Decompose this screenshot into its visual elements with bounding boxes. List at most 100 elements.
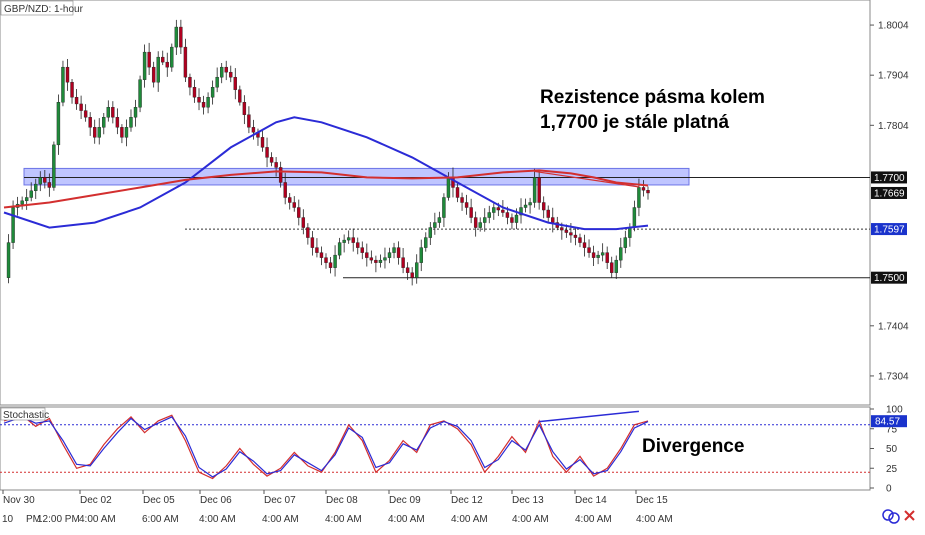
candle-body	[297, 207, 301, 218]
stoch-y-tick-label: 50	[886, 444, 898, 455]
candle-body	[396, 247, 401, 258]
candle	[11, 200, 15, 250]
x-time-label: 6:00 AM	[142, 514, 179, 525]
candle-body	[29, 190, 33, 198]
candle-body	[342, 239, 346, 243]
candle-body	[551, 217, 555, 223]
x-date-label: Dec 14	[575, 495, 607, 506]
candle-body	[587, 247, 591, 253]
candle-body	[523, 204, 528, 208]
candle-body	[619, 247, 623, 261]
candle-body	[52, 144, 56, 188]
stoch-y-tick-label: 100	[886, 405, 903, 416]
candle	[61, 60, 65, 107]
candle-body	[433, 222, 437, 228]
candle-body	[469, 207, 473, 218]
candle-body	[70, 81, 74, 98]
candle-body	[442, 197, 446, 218]
x-date-label: Dec 02	[80, 495, 112, 506]
price-tag-label: 1.7700	[874, 173, 905, 184]
candle-body	[560, 227, 564, 231]
candle-body	[514, 214, 519, 223]
x-date-label: Dec 15	[636, 495, 668, 506]
candle-body	[147, 51, 151, 68]
x-time-label: 4:00 AM	[451, 514, 488, 525]
candle-body	[179, 26, 183, 48]
candle-body	[97, 127, 101, 138]
candle-body	[401, 257, 405, 268]
candle-body	[532, 177, 537, 203]
candle-body	[215, 76, 219, 88]
candle-body	[437, 217, 442, 223]
candle-body	[319, 252, 324, 258]
candle-body	[133, 107, 138, 118]
x-date-label: Dec 09	[389, 495, 421, 506]
candle-body	[242, 102, 247, 115]
candle-body	[229, 71, 233, 78]
candle-body	[410, 272, 414, 278]
forex-chart: 1.7304 1.7404 1.7804 1.7904 1.8004 1.7700 1.76…	[0, 0, 925, 530]
candle-body	[378, 259, 383, 263]
candle-body	[224, 66, 228, 73]
y-tick-label: 1.7404	[878, 321, 909, 332]
candle-body	[328, 262, 333, 268]
x-time-label: 4:00 AM	[388, 514, 425, 525]
x-time-label: 4:00 AM	[199, 514, 236, 525]
candle-body	[365, 252, 369, 258]
candle-body	[605, 252, 609, 263]
candle-body	[292, 202, 296, 208]
x-time-label: 12:00 PM	[37, 514, 80, 525]
candle-body	[306, 227, 310, 238]
candle-body	[591, 252, 596, 258]
candle-body	[188, 76, 192, 88]
candle-body	[151, 66, 156, 83]
y-tick-label: 1.8004	[878, 21, 909, 32]
candle-body	[6, 242, 11, 278]
candle-body	[43, 177, 47, 183]
x-time-label: 4:00 AM	[79, 514, 116, 525]
candle-body	[47, 182, 52, 188]
candle-body	[34, 183, 38, 192]
candle-body	[61, 66, 65, 103]
candle-body	[115, 117, 120, 128]
x-date-label: Dec 06	[200, 495, 232, 506]
candle-body	[106, 107, 111, 118]
x-date-label: Dec 08	[326, 495, 358, 506]
candle-body	[369, 257, 374, 261]
candle-body	[201, 102, 206, 108]
candle-body	[283, 182, 287, 198]
candle-body	[65, 66, 70, 83]
candle-body	[346, 237, 351, 241]
candle-body	[251, 127, 256, 133]
candle-body	[210, 87, 215, 98]
candle-body	[138, 79, 142, 108]
candle-body	[573, 234, 578, 238]
candle-body	[569, 232, 573, 236]
candle-body	[301, 217, 306, 228]
price-panel-frame	[0, 0, 871, 406]
price-tag-label: 1.7669	[874, 188, 905, 199]
x-date-label: Nov 30	[3, 495, 35, 506]
candle	[138, 75, 142, 113]
candle-body	[541, 202, 546, 211]
candle-body	[111, 107, 115, 118]
candle-body	[11, 207, 15, 243]
candle-body	[637, 187, 641, 208]
resistance-note-line2: 1,7700 je stále platná	[540, 112, 729, 133]
candle-body	[610, 262, 614, 273]
candle-body	[628, 227, 632, 238]
candle-body	[83, 110, 88, 118]
candle-body	[269, 157, 274, 163]
candle-body	[546, 209, 550, 218]
x-time-label: 4:00 AM	[262, 514, 299, 525]
candle-body	[233, 76, 237, 90]
candle-body	[564, 229, 569, 233]
x-time-label: 4:00 AM	[325, 514, 362, 525]
x-time-label: 4:00 AM	[512, 514, 549, 525]
candle-body	[600, 252, 605, 256]
candle-body	[310, 237, 315, 248]
stochastic-title-box: Stochastic	[0, 407, 49, 421]
candle-body	[582, 242, 587, 248]
candle-body	[174, 26, 179, 48]
candle-body	[197, 97, 201, 103]
